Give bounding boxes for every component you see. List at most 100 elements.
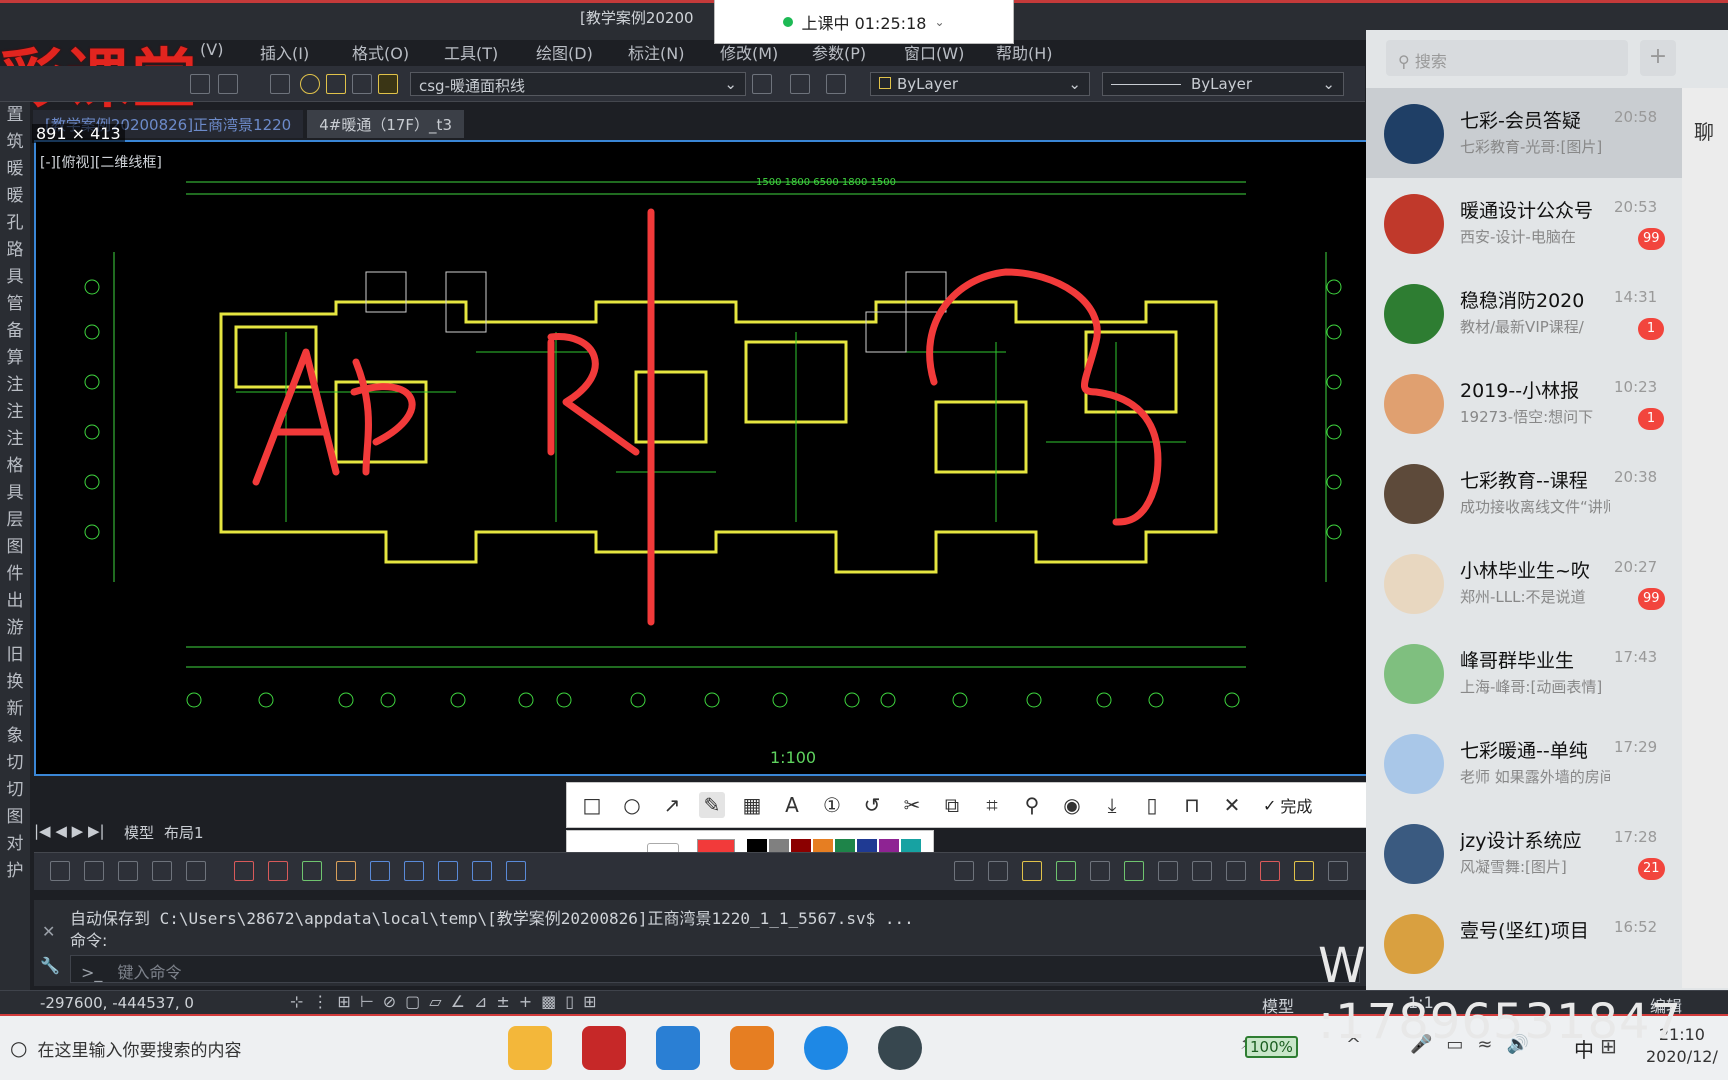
undo-icon[interactable]: ↺: [859, 792, 885, 818]
bulb-icon[interactable]: [300, 74, 320, 94]
tool-icon[interactable]: [1192, 861, 1212, 881]
close-icon[interactable]: ✕: [42, 922, 55, 941]
menu-modify[interactable]: 修改(M): [720, 40, 812, 66]
chat-item[interactable]: 七彩-会员答疑 七彩教育-光哥:[图片] 20:58: [1366, 88, 1682, 178]
strip-item[interactable]: 图: [0, 804, 30, 831]
layer-previous-icon[interactable]: [790, 74, 810, 94]
tool-icon[interactable]: [988, 861, 1008, 881]
strip-item[interactable]: 件: [0, 561, 30, 588]
tool-icon[interactable]: [1260, 861, 1280, 881]
strip-item[interactable]: 对: [0, 831, 30, 858]
strip-item[interactable]: 孔: [0, 210, 30, 237]
chat-item[interactable]: 暖通设计公众号 西安-设计-电脑在 20:53 99: [1366, 178, 1682, 268]
cut-icon[interactable]: ✂: [899, 792, 925, 818]
chat-search-input[interactable]: ⚲ 搜索: [1386, 40, 1628, 76]
close-icon[interactable]: ✕: [1219, 792, 1245, 818]
ocr-icon[interactable]: ⌗: [979, 792, 1005, 818]
layer-props-icon[interactable]: [270, 74, 290, 94]
wrench-icon[interactable]: 🔧: [40, 956, 60, 975]
viewport-label[interactable]: [-][俯视][二维线框]: [40, 152, 162, 172]
strip-item[interactable]: 具: [0, 480, 30, 507]
strip-item[interactable]: 出: [0, 588, 30, 615]
strip-item[interactable]: 切: [0, 777, 30, 804]
bookmark-icon[interactable]: ⊓: [1179, 792, 1205, 818]
number-tool-icon[interactable]: ①: [819, 792, 845, 818]
tool-icon[interactable]: [84, 861, 104, 881]
menu-view[interactable]: (V): [200, 40, 260, 66]
circle-tool-icon[interactable]: ○: [619, 792, 645, 818]
layer-match-icon[interactable]: [826, 74, 846, 94]
make-current-icon[interactable]: [752, 74, 772, 94]
tool-icon[interactable]: [370, 861, 390, 881]
nav-arrows-icon[interactable]: |◀ ◀ ▶ ▶|: [34, 822, 114, 846]
copy-icon[interactable]: ⧉: [939, 792, 965, 818]
layer-select[interactable]: csg-暖通面积线 ⌄: [410, 72, 746, 96]
taskbar-search[interactable]: ○ 在这里输入你要搜索的内容: [0, 1016, 480, 1080]
strip-item[interactable]: 管: [0, 291, 30, 318]
menu-format[interactable]: 格式(O): [352, 40, 444, 66]
arrow-tool-icon[interactable]: ↗: [659, 792, 685, 818]
tool-icon[interactable]: [118, 861, 138, 881]
app-icon[interactable]: [656, 1026, 700, 1070]
strip-item[interactable]: 注: [0, 399, 30, 426]
live-class-indicator[interactable]: 上课中 01:25:18 ⌄: [714, 0, 1014, 44]
strip-item[interactable]: 路: [0, 237, 30, 264]
strip-item[interactable]: 切: [0, 750, 30, 777]
tab-model[interactable]: 模型: [124, 822, 154, 846]
record-icon[interactable]: ◉: [1059, 792, 1085, 818]
chat-item[interactable]: 2019--小林报 19273-悟空:想问下 10:23 1: [1366, 358, 1682, 448]
strip-item[interactable]: 注: [0, 426, 30, 453]
tool-icon[interactable]: [1022, 861, 1042, 881]
menu-tools[interactable]: 工具(T): [444, 40, 536, 66]
strip-item[interactable]: 象: [0, 723, 30, 750]
strip-item[interactable]: 算: [0, 345, 30, 372]
strip-item[interactable]: 图: [0, 534, 30, 561]
strip-item[interactable]: 具: [0, 264, 30, 291]
sun-icon[interactable]: [326, 74, 346, 94]
download-icon[interactable]: ⤓: [1099, 792, 1125, 818]
tool-icon[interactable]: [1328, 861, 1348, 881]
tool-icon[interactable]: [1294, 861, 1314, 881]
strip-item[interactable]: 护: [0, 858, 30, 885]
chat-item[interactable]: 稳稳消防2020 教材/最新VIP课程/ 14:31 1: [1366, 268, 1682, 358]
lock-icon[interactable]: [352, 74, 372, 94]
command-input[interactable]: >_ 键入命令: [70, 955, 1360, 983]
pen-tool-icon[interactable]: ✎: [699, 792, 725, 818]
tool-icon[interactable]: [506, 861, 526, 881]
text-tool-icon[interactable]: A: [779, 792, 805, 818]
strip-item[interactable]: 换: [0, 669, 30, 696]
chat-item[interactable]: 七彩暖通--单纯 老师 如果露外墙的房间 17:29: [1366, 718, 1682, 808]
tool-icon[interactable]: [438, 861, 458, 881]
tool-icon[interactable]: [1124, 861, 1144, 881]
drawing-canvas[interactable]: 1500 1800 6500 1800 1500: [34, 140, 1370, 776]
menu-draw[interactable]: 绘图(D): [536, 40, 628, 66]
save-icon[interactable]: ▯: [1139, 792, 1165, 818]
tool-icon[interactable]: [954, 861, 974, 881]
file-explorer-icon[interactable]: [508, 1026, 552, 1070]
tool-icon[interactable]: [1226, 861, 1246, 881]
tool-icon[interactable]: [186, 861, 206, 881]
app-icon[interactable]: [730, 1026, 774, 1070]
layer-icon[interactable]: [190, 74, 210, 94]
chat-item[interactable]: jzy设计系统应 风凝雪舞:[图片] 17:28 21: [1366, 808, 1682, 898]
chat-item[interactable]: 峰哥群毕业生 上海-峰哥:[动画表情] 17:43: [1366, 628, 1682, 718]
autocad-icon[interactable]: [582, 1026, 626, 1070]
tool-icon[interactable]: [404, 861, 424, 881]
tool-icon[interactable]: [268, 861, 288, 881]
strip-item[interactable]: 置: [0, 102, 30, 129]
tool-icon[interactable]: [336, 861, 356, 881]
strip-item[interactable]: 旧: [0, 642, 30, 669]
status-toggle-icons[interactable]: ⊹⋮⊞⊢⊘▢▱∠⊿±+▩▯⊞: [290, 992, 605, 1011]
menu-window[interactable]: 窗口(W): [904, 40, 996, 66]
strip-item[interactable]: 游: [0, 615, 30, 642]
strip-item[interactable]: 暖: [0, 156, 30, 183]
tool-icon[interactable]: [1158, 861, 1178, 881]
rectangle-tool-icon[interactable]: □: [579, 792, 605, 818]
mosaic-tool-icon[interactable]: ▦: [739, 792, 765, 818]
chat-item[interactable]: 七彩教育--课程 成功接收离线文件“讲师 20:38: [1366, 448, 1682, 538]
strip-item[interactable]: 备: [0, 318, 30, 345]
strip-item[interactable]: 格: [0, 453, 30, 480]
strip-item[interactable]: 暖: [0, 183, 30, 210]
tool-icon[interactable]: [1090, 861, 1110, 881]
strip-item[interactable]: 层: [0, 507, 30, 534]
